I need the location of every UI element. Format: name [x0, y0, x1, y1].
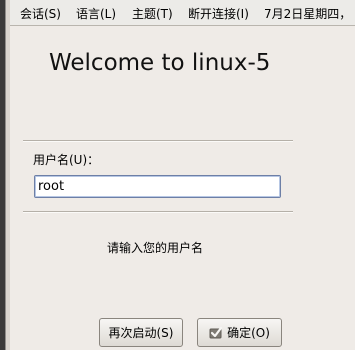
bottom-divider	[23, 211, 293, 213]
window-left-border	[0, 0, 10, 350]
ok-button[interactable]: 确定(O)	[197, 318, 282, 347]
username-input[interactable]	[34, 175, 281, 198]
restart-button-label: 再次启动(S)	[108, 326, 174, 340]
menu-theme[interactable]: 主题(T)	[132, 0, 173, 26]
clock-label: 7月2日星期四，	[264, 6, 352, 21]
welcome-title: Welcome to linux-5	[49, 50, 271, 76]
top-divider	[23, 140, 293, 142]
top-menu-bar: 会话(S) 语言(L) 主题(T) 断开连接(I) 7月2日星期四，	[0, 0, 355, 26]
username-label: 用户名(U)：	[33, 153, 100, 167]
username-prompt: 请输入您的用户名	[107, 241, 204, 255]
menu-language[interactable]: 语言(L)	[76, 0, 116, 26]
menu-session[interactable]: 会话(S)	[20, 0, 61, 26]
menu-disconnect[interactable]: 断开连接(I)	[188, 0, 249, 26]
ok-button-label: 确定(O)	[227, 326, 270, 340]
checkmark-icon	[209, 326, 223, 340]
restart-button[interactable]: 再次启动(S)	[99, 318, 183, 347]
